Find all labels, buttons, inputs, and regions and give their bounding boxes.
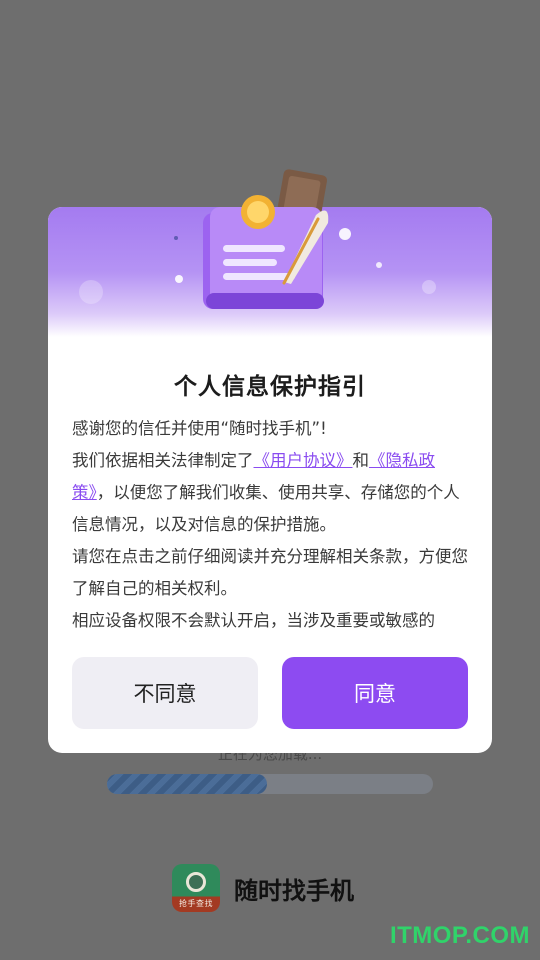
disagree-button[interactable]: 不同意 bbox=[72, 657, 258, 729]
app-logo: 抢手查找 bbox=[172, 864, 220, 912]
agree-button[interactable]: 同意 bbox=[282, 657, 468, 729]
app-brand: 抢手查找 随时找手机 bbox=[172, 863, 354, 913]
watermark: ITMOP.COM bbox=[389, 922, 530, 949]
agreements-suffix: ，以便您了解我们收集、使用共享、存储您的个人信息情况，以及对信息的保护措施。 bbox=[72, 483, 460, 534]
agreements-prefix: 我们依据相关法律制定了 bbox=[72, 451, 254, 470]
loading-progress-fill bbox=[107, 774, 267, 794]
dialog-paragraph-read-carefully: 请您在点击之前仔细阅读并充分理解相关条款，方便您了解自己的相关权利。 bbox=[72, 547, 468, 598]
app-name: 随时找手机 bbox=[234, 876, 354, 905]
dialog-title: 个人信息保护指引 bbox=[174, 374, 366, 400]
loading-progress-bar bbox=[107, 774, 433, 794]
dialog-paragraph-thanks: 感谢您的信任并使用“随时找手机”! bbox=[72, 419, 327, 438]
logo-caption: 抢手查找 bbox=[179, 899, 213, 908]
agreements-and: 和 bbox=[352, 451, 370, 470]
user-agreement-link[interactable]: 《用户协议》 bbox=[254, 451, 353, 470]
dialog-body: 感谢您的信任并使用“随时找手机”! 我们依据相关法律制定了《用户协议》和《隐私政… bbox=[72, 413, 468, 630]
privacy-dialog: 个人信息保护指引 感谢您的信任并使用“随时找手机”! 我们依据相关法律制定了《用… bbox=[48, 169, 492, 753]
dialog-paragraph-permissions: 相应设备权限不会默认开启，当涉及重要或敏感的 bbox=[72, 611, 435, 630]
document-quill-illustration-icon bbox=[79, 169, 436, 309]
dialog-paragraph-agreements: 我们依据相关法律制定了《用户协议》和《隐私政策》，以便您了解我们收集、使用共享、… bbox=[72, 445, 468, 541]
magnifier-icon bbox=[186, 872, 206, 892]
